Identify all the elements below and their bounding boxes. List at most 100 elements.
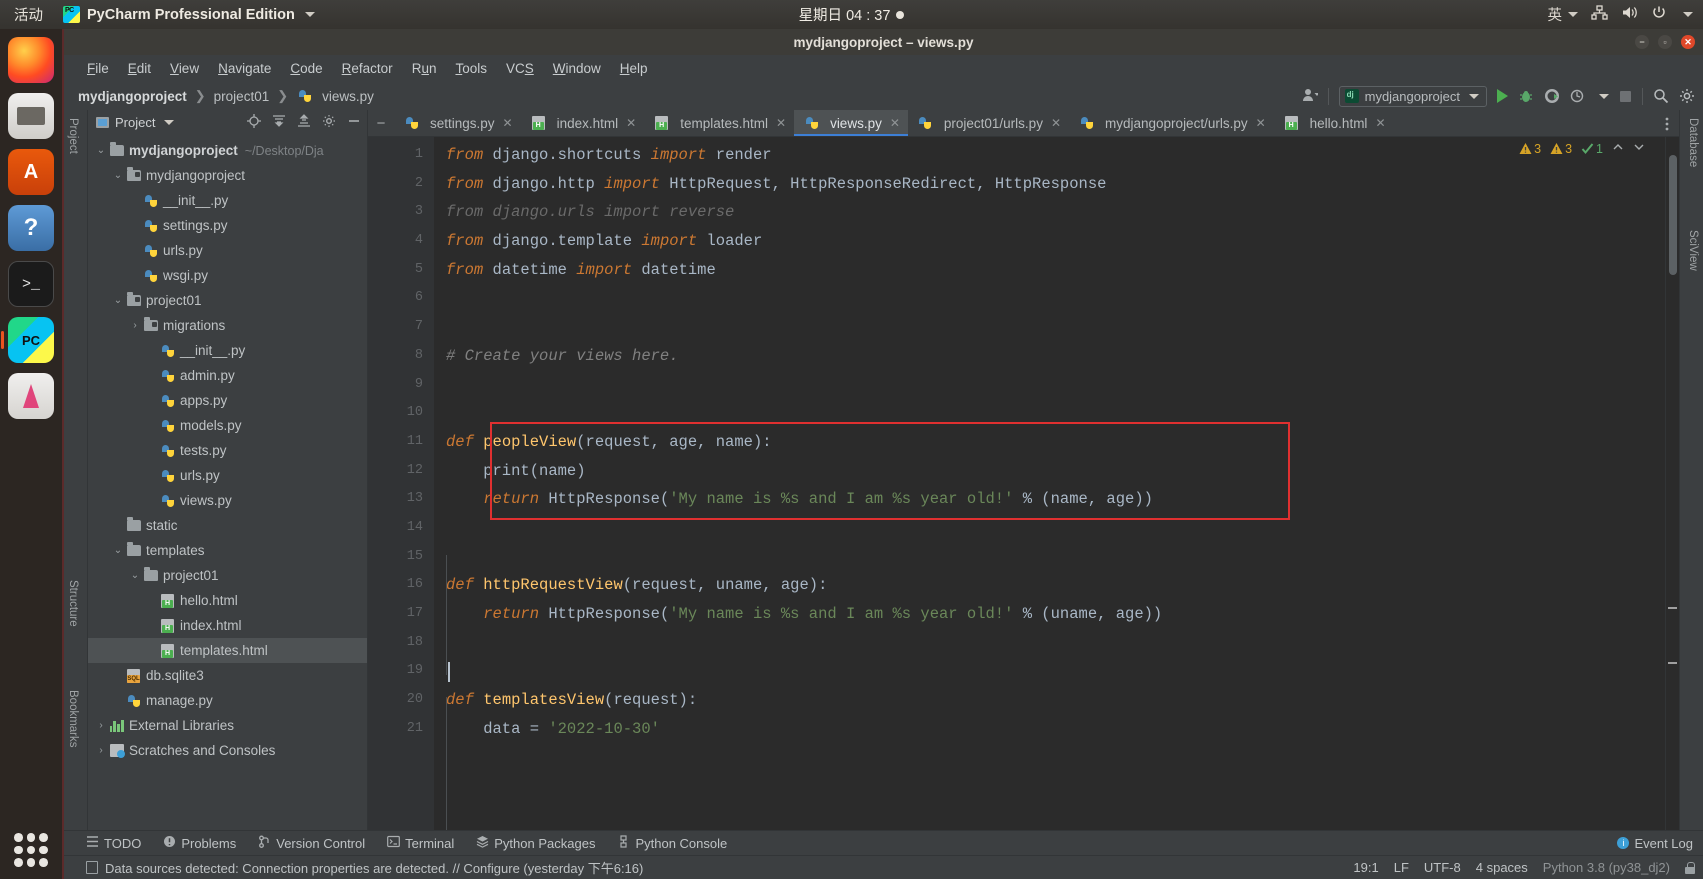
menu-edit[interactable]: Edit [119, 59, 160, 78]
tree-item---init---py[interactable]: __init__.py [88, 338, 367, 363]
strip-bookmarks[interactable]: Bookmarks [67, 690, 79, 748]
tree-item-wsgi-py[interactable]: wsgi.py [88, 263, 367, 288]
close-icon[interactable]: ✕ [503, 116, 513, 130]
dock-item-firefox[interactable] [8, 37, 54, 83]
editor-scrollbar[interactable] [1665, 137, 1679, 830]
editor-tab-templates-html[interactable]: templates.html ✕ [644, 110, 794, 136]
warning-count[interactable]: 3 [1519, 142, 1541, 156]
disclosure-triangle-icon[interactable]: › [94, 720, 108, 731]
line-separator[interactable]: LF [1394, 860, 1409, 875]
menu-tools[interactable]: Tools [446, 59, 496, 78]
menu-vcs[interactable]: VCS [497, 59, 543, 78]
menu-file[interactable]: File [78, 59, 118, 78]
editor-tab-index-html[interactable]: index.html ✕ [521, 110, 645, 136]
volume-icon[interactable] [1621, 5, 1638, 24]
hide-tabs-icon[interactable]: − [368, 110, 394, 136]
close-icon[interactable]: ✕ [1375, 116, 1385, 130]
tree-item-migrations[interactable]: › migrations [88, 313, 367, 338]
chevron-down-icon[interactable] [164, 120, 175, 125]
strip-structure[interactable]: Structure [67, 580, 79, 627]
settings-icon[interactable] [1679, 88, 1695, 104]
tree-item-admin-py[interactable]: admin.py [88, 363, 367, 388]
stop-icon[interactable] [1619, 90, 1632, 103]
tree-item-views-py[interactable]: views.py [88, 488, 367, 513]
run-coverage-icon[interactable] [1544, 88, 1560, 104]
weak-warning-count[interactable]: 3 [1550, 142, 1572, 156]
strip-sciview[interactable]: SciView [1687, 230, 1699, 271]
tool-window-python-packages[interactable]: Python Packages [476, 835, 595, 851]
tree-item-mydjangoproject[interactable]: ⌄ mydjangoproject [88, 163, 367, 188]
editor-tab-hello-html[interactable]: hello.html ✕ [1274, 110, 1394, 136]
editor-inspection-status[interactable]: 3 3 1 [1519, 141, 1645, 156]
tree-item---init---py[interactable]: __init__.py [88, 188, 367, 213]
tree-item-urls-py[interactable]: urls.py [88, 238, 367, 263]
code-editor[interactable]: 1−2345−67891011−1213141516−17181920−21 3 [368, 137, 1679, 830]
breadcrumb-folder[interactable]: project01 [214, 89, 270, 104]
tree-item-hello-html[interactable]: hello.html [88, 588, 367, 613]
menu-run[interactable]: Run [403, 59, 446, 78]
disclosure-triangle-icon[interactable]: › [94, 745, 108, 756]
strip-project[interactable]: Project [67, 118, 79, 154]
tree-item-models-py[interactable]: models.py [88, 413, 367, 438]
breadcrumb-file[interactable]: views.py [322, 89, 374, 104]
clock-button[interactable]: 星期日 04 : 37 [732, 4, 972, 25]
disclosure-triangle-icon[interactable]: ⌄ [111, 545, 125, 556]
menu-view[interactable]: View [161, 59, 208, 78]
disclosure-triangle-icon[interactable]: › [128, 320, 142, 331]
hide-icon[interactable] [347, 114, 361, 131]
menu-help[interactable]: Help [611, 59, 657, 78]
editor-tab-mydjangoproject-urls-py[interactable]: mydjangoproject/urls.py ✕ [1069, 110, 1274, 136]
menu-code[interactable]: Code [281, 59, 331, 78]
tree-item-mydjangoproject[interactable]: ⌄ mydjangoproject ~/Desktop/Dja [88, 138, 367, 163]
dock-item-pycharm[interactable] [1, 317, 54, 363]
breadcrumb[interactable]: mydjangoproject ❯ project01 ❯ views.py [78, 88, 374, 104]
network-icon[interactable] [1591, 5, 1608, 24]
maximize-button[interactable]: ▫ [1658, 35, 1672, 49]
tree-item-project01[interactable]: ⌄ project01 [88, 563, 367, 588]
tree-item-tests-py[interactable]: tests.py [88, 438, 367, 463]
editor-tab-project01-urls-py[interactable]: project01/urls.py ✕ [908, 110, 1069, 136]
expand-all-icon[interactable] [272, 114, 286, 131]
close-icon[interactable]: ✕ [890, 116, 900, 130]
tool-window-problems[interactable]: Problems [163, 835, 236, 851]
collapse-all-icon[interactable] [297, 114, 311, 131]
system-status-area[interactable]: 英 [1548, 0, 1693, 29]
disclosure-triangle-icon[interactable]: ⌄ [128, 570, 142, 581]
close-button[interactable]: ✕ [1681, 35, 1695, 49]
dock-item-files[interactable] [8, 93, 54, 139]
tree-item-manage-py[interactable]: manage.py [88, 688, 367, 713]
strip-database[interactable]: Database [1687, 118, 1699, 167]
chevron-down-icon[interactable] [1599, 93, 1609, 99]
lock-icon[interactable] [1685, 861, 1695, 874]
close-icon[interactable]: ✕ [1051, 116, 1061, 130]
show-applications-grid-icon[interactable] [14, 833, 48, 867]
editor-tab-settings-py[interactable]: settings.py ✕ [394, 110, 521, 136]
locate-icon[interactable] [247, 114, 261, 131]
settings-icon[interactable] [322, 114, 336, 131]
tree-item-static[interactable]: static [88, 513, 367, 538]
tree-item-scratches-and-consoles[interactable]: › Scratches and Consoles [88, 738, 367, 763]
account-icon[interactable] [1302, 87, 1320, 105]
scrollbar-thumb[interactable] [1669, 155, 1677, 275]
activities-button[interactable]: 活动 [0, 4, 55, 25]
app-menu-button[interactable]: PyCharm Professional Edition [55, 6, 323, 23]
dock-item-ubuntu-software[interactable] [8, 149, 54, 195]
indent-setting[interactable]: 4 spaces [1476, 860, 1528, 875]
dock-item-help[interactable] [8, 205, 54, 251]
tree-item-urls-py[interactable]: urls.py [88, 463, 367, 488]
checkmark-count[interactable]: 1 [1581, 142, 1603, 156]
close-icon[interactable]: ✕ [1256, 116, 1266, 130]
status-message[interactable]: Data sources detected: Connection proper… [86, 858, 643, 877]
line-number-gutter[interactable]: 1− 2 3 4 5− 6 7 8 9 10 11− 12 13 14 15 16−17 18 19 20− 21 [368, 137, 446, 830]
tree-item-index-html[interactable]: index.html [88, 613, 367, 638]
project-tree[interactable]: ⌄ mydjangoproject ~/Desktop/Dja ⌄ mydjangopr… [88, 135, 367, 830]
tree-item-templates-html[interactable]: templates.html [88, 638, 367, 663]
dock-item-text-editor[interactable] [8, 373, 54, 419]
tool-window-python-console[interactable]: Python Console [617, 835, 727, 851]
menu-refactor[interactable]: Refactor [333, 59, 402, 78]
tree-item-db-sqlite3[interactable]: db.sqlite3 [88, 663, 367, 688]
debug-icon[interactable] [1518, 88, 1534, 104]
event-log-button[interactable]: i Event Log [1617, 836, 1693, 851]
chevron-down-icon[interactable] [1633, 141, 1645, 156]
minimize-button[interactable]: − [1635, 35, 1649, 49]
